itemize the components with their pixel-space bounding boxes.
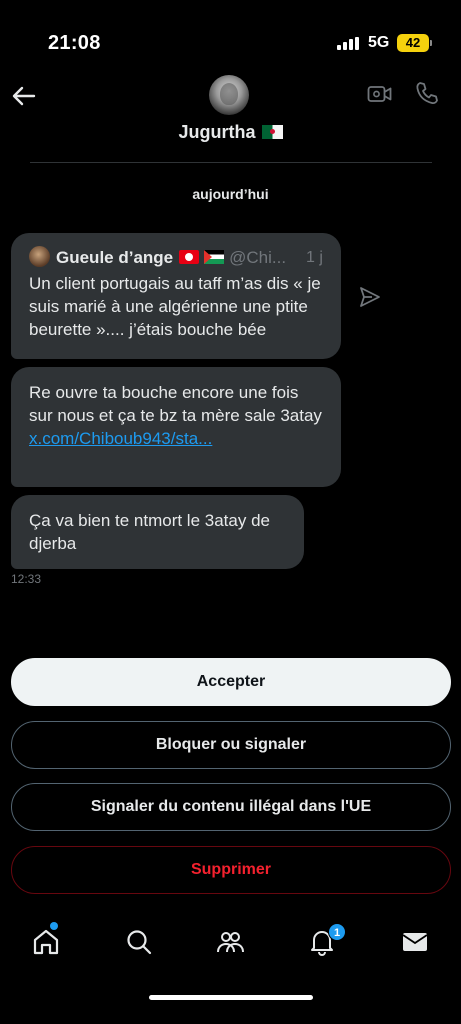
- quoted-post-age: 1 j: [306, 249, 323, 266]
- home-unread-dot: [50, 922, 58, 930]
- message-link[interactable]: x.com/Chiboub943/sta...: [29, 427, 323, 450]
- message-bubble[interactable]: Re ouvre ta bouche encore une fois sur n…: [11, 367, 341, 487]
- signal-icon: [337, 37, 359, 50]
- date-separator: aujourd’hui: [192, 186, 269, 202]
- status-time: 21:08: [48, 32, 101, 54]
- home-indicator[interactable]: [149, 995, 313, 1000]
- envelope-icon[interactable]: [400, 927, 430, 957]
- report-illegal-content-button[interactable]: Signaler du contenu illégal dans l'UE: [11, 783, 451, 831]
- quoted-author-avatar: [29, 246, 50, 267]
- palestine-flag-icon: [204, 250, 225, 264]
- contact-name[interactable]: Jugurtha: [0, 122, 461, 143]
- tunisia-flag-icon: [179, 250, 200, 264]
- quoted-author-name: Gueule d’ange: [56, 248, 174, 267]
- home-icon[interactable]: [31, 927, 61, 957]
- search-icon[interactable]: [124, 927, 154, 957]
- status-bar: 21:08 5G 42: [0, 0, 461, 80]
- header-divider: [30, 162, 432, 163]
- quoted-post-header: Gueule d’ange @Chi...: [29, 246, 286, 269]
- delete-button[interactable]: Supprimer: [11, 846, 451, 894]
- battery-icon: 42: [397, 34, 429, 52]
- battery-cap: [430, 40, 432, 46]
- contact-name-text: Jugurtha: [178, 122, 256, 142]
- conversation-header: Jugurtha: [0, 70, 461, 165]
- message-bubble[interactable]: Ça va bien te ntmort le 3atay de djerba: [11, 495, 304, 569]
- notifications-badge: 1: [328, 923, 346, 941]
- quoted-post-bubble[interactable]: Gueule d’ange @Chi... 1 j Un client portu…: [11, 233, 341, 359]
- communities-icon[interactable]: [215, 927, 245, 957]
- tab-bar: [0, 915, 461, 975]
- network-label: 5G: [368, 34, 390, 51]
- message-text: Re ouvre ta bouche encore une fois sur n…: [29, 383, 322, 425]
- phone-call-icon[interactable]: [414, 80, 440, 106]
- video-call-icon[interactable]: [367, 82, 393, 106]
- quoted-author-handle: @Chi...: [229, 248, 287, 267]
- quoted-post-text: Un client portugais au taff m’as dis « j…: [29, 274, 321, 339]
- block-or-report-button[interactable]: Bloquer ou signaler: [11, 721, 451, 769]
- accept-button[interactable]: Accepter: [11, 658, 451, 706]
- share-icon[interactable]: [358, 285, 382, 309]
- message-timestamp: 12:33: [11, 572, 42, 586]
- algeria-flag-icon: [261, 125, 283, 139]
- arrow-left-icon[interactable]: [10, 82, 38, 110]
- avatar[interactable]: [209, 75, 249, 115]
- message-text: Ça va bien te ntmort le 3atay de djerba: [29, 511, 270, 553]
